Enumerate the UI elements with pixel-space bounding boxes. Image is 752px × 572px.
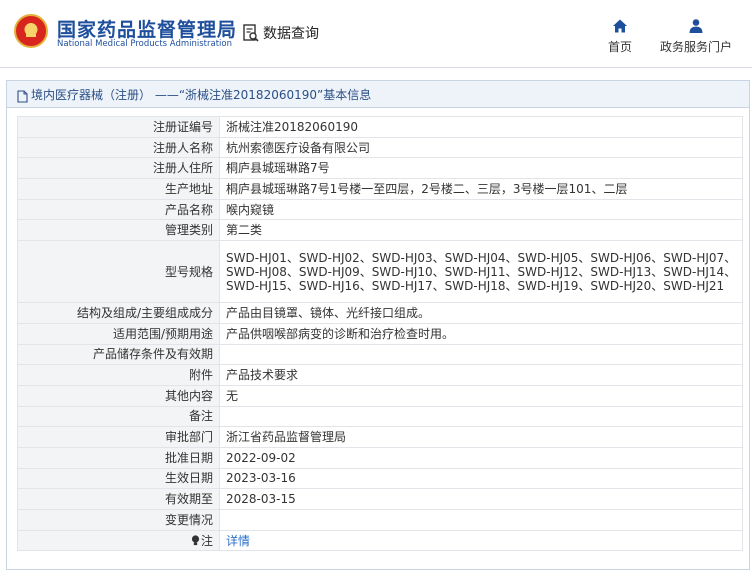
table-row: 管理类别 第二类 — [17, 219, 743, 242]
table-row: 结构及组成/主要组成成分 产品由目镜罩、镜体、光纤接口组成。 — [17, 302, 743, 324]
nav-service-portal[interactable]: 政务服务门户 — [656, 18, 736, 55]
row-value: 第二类 — [219, 219, 743, 242]
lightbulb-icon — [191, 534, 200, 546]
row-label: 注册证编号 — [17, 116, 220, 138]
row-value — [219, 405, 743, 428]
table-row: 备注 — [17, 405, 743, 428]
table-row: 注册人住所 桐庐县城瑶琳路7号 — [17, 157, 743, 180]
data-query-link[interactable]: 数据查询 — [243, 22, 319, 44]
table-row: 注册人名称 杭州索德医疗设备有限公司 — [17, 136, 743, 159]
note-row-label: 注 — [17, 529, 220, 552]
site-subtitle: National Medical Products Administration — [57, 39, 232, 49]
row-label: 批准日期 — [17, 446, 220, 469]
row-label: 备注 — [17, 405, 220, 428]
table-row: 注 详情 — [17, 529, 743, 552]
row-label: 结构及组成/主要组成成分 — [17, 302, 220, 324]
table-row: 附件 产品技术要求 — [17, 364, 743, 386]
details-link[interactable]: 详情 — [226, 534, 250, 548]
nav-home-label: 首页 — [607, 40, 632, 54]
row-value: 浙江省药品监督管理局 — [219, 426, 743, 448]
row-label: 产品储存条件及有效期 — [17, 343, 220, 366]
row-value: 2028-03-15 — [219, 488, 743, 510]
panel-title: 境内医疗器械（注册） ——“浙械注准20182060190”基本信息 — [31, 87, 372, 102]
row-value: 无 — [219, 384, 743, 407]
nav-service-portal-label: 政务服务门户 — [659, 40, 732, 54]
data-query-label: 数据查询 — [263, 26, 319, 42]
info-table: 注册证编号 浙械注准20182060190 注册人名称 杭州索德医疗设备有限公司… — [17, 116, 743, 552]
row-value: 喉内窥镜 — [219, 198, 743, 221]
document-search-icon — [243, 24, 259, 42]
row-value — [219, 343, 743, 366]
table-row: 生效日期 2023-03-16 — [17, 467, 743, 490]
home-icon — [612, 18, 628, 34]
row-label: 注册人住所 — [17, 157, 220, 180]
row-value: 杭州索德医疗设备有限公司 — [219, 136, 743, 159]
user-icon — [688, 18, 704, 34]
row-value: 产品供咽喉部病变的诊断和治疗检查时用。 — [219, 322, 743, 345]
row-value: 浙械注准20182060190 — [219, 116, 743, 138]
row-label: 变更情况 — [17, 509, 220, 531]
row-value: 桐庐县城瑶琳路7号1号楼一至四层，2号楼二、三层，3号楼一层101、二层 — [219, 178, 743, 200]
row-value — [219, 509, 743, 531]
panel-header: 境内医疗器械（注册） ——“浙械注准20182060190”基本信息 — [7, 81, 749, 108]
table-row: 审批部门 浙江省药品监督管理局 — [17, 426, 743, 448]
row-value: 2022-09-02 — [219, 446, 743, 469]
row-label: 管理类别 — [17, 219, 220, 242]
table-row: 批准日期 2022-09-02 — [17, 446, 743, 469]
site-title[interactable]: 国家药品监督管理局 — [57, 15, 237, 42]
row-label: 注册人名称 — [17, 136, 220, 159]
table-row: 变更情况 — [17, 509, 743, 531]
row-value: 2023-03-16 — [219, 467, 743, 490]
table-row: 适用范围/预期用途 产品供咽喉部病变的诊断和治疗检查时用。 — [17, 322, 743, 345]
row-value: 桐庐县城瑶琳路7号 — [219, 157, 743, 180]
national-emblem-icon — [14, 14, 48, 48]
table-row: 生产地址 桐庐县城瑶琳路7号1号楼一至四层，2号楼二、三层，3号楼一层101、二… — [17, 178, 743, 200]
table-row: 产品名称 喉内窥镜 — [17, 198, 743, 221]
table-row: 产品储存条件及有效期 — [17, 343, 743, 366]
site-header: 国家药品监督管理局 National Medical Products Admi… — [0, 0, 752, 68]
detail-panel: 境内医疗器械（注册） ——“浙械注准20182060190”基本信息 注册证编号… — [6, 80, 750, 570]
row-value: 详情 — [219, 529, 743, 552]
row-label: 型号规格 — [17, 240, 220, 304]
row-label: 生产地址 — [17, 178, 220, 200]
document-icon — [17, 88, 28, 103]
table-row: 型号规格 SWD-HJ01、SWD-HJ02、SWD-HJ03、SWD-HJ04… — [17, 240, 743, 304]
row-label: 附件 — [17, 364, 220, 386]
nav-home[interactable]: 首页 — [604, 18, 636, 55]
note-label: 注 — [200, 533, 213, 548]
row-label: 产品名称 — [17, 198, 220, 221]
row-value: 产品由目镜罩、镜体、光纤接口组成。 — [219, 302, 743, 324]
row-label: 审批部门 — [17, 426, 220, 448]
row-value: 产品技术要求 — [219, 364, 743, 386]
table-row: 注册证编号 浙械注准20182060190 — [17, 116, 743, 138]
row-label: 其他内容 — [17, 384, 220, 407]
row-value: SWD-HJ01、SWD-HJ02、SWD-HJ03、SWD-HJ04、SWD-… — [219, 240, 743, 304]
row-label: 有效期至 — [17, 488, 220, 510]
table-row: 有效期至 2028-03-15 — [17, 488, 743, 510]
row-label: 适用范围/预期用途 — [17, 322, 220, 345]
table-row: 其他内容 无 — [17, 384, 743, 407]
row-label: 生效日期 — [17, 467, 220, 490]
